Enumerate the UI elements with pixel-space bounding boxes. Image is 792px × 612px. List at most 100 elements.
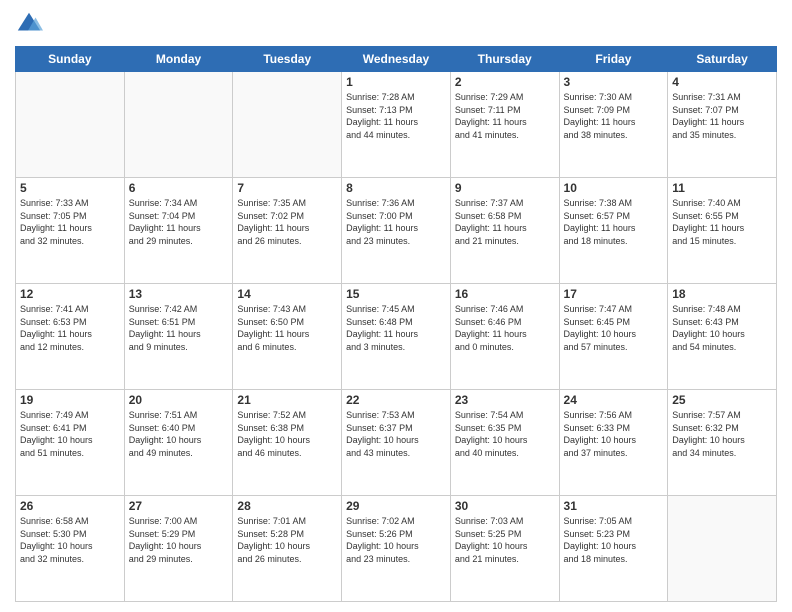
day-number: 1 xyxy=(346,75,446,89)
day-info: Sunrise: 7:45 AM Sunset: 6:48 PM Dayligh… xyxy=(346,303,446,353)
weekday-header-thursday: Thursday xyxy=(450,47,559,72)
calendar-cell: 28 Sunrise: 7:01 AM Sunset: 5:28 PM Dayli… xyxy=(233,496,342,602)
day-info: Sunrise: 7:57 AM Sunset: 6:32 PM Dayligh… xyxy=(672,409,772,459)
day-number: 19 xyxy=(20,393,120,407)
calendar: SundayMondayTuesdayWednesdayThursdayFrid… xyxy=(15,46,777,602)
calendar-week-4: 19 Sunrise: 7:49 AM Sunset: 6:41 PM Dayli… xyxy=(16,390,777,496)
day-number: 27 xyxy=(129,499,229,513)
day-info: Sunrise: 7:43 AM Sunset: 6:50 PM Dayligh… xyxy=(237,303,337,353)
calendar-week-1: 1Sunrise: 7:28 AM Sunset: 7:13 PM Daylig… xyxy=(16,72,777,178)
day-info: Sunrise: 7:03 AM Sunset: 5:25 PM Dayligh… xyxy=(455,515,555,565)
calendar-cell: 19 Sunrise: 7:49 AM Sunset: 6:41 PM Dayli… xyxy=(16,390,125,496)
calendar-cell: 21 Sunrise: 7:52 AM Sunset: 6:38 PM Dayli… xyxy=(233,390,342,496)
day-number: 7 xyxy=(237,181,337,195)
day-info: Sunrise: 7:47 AM Sunset: 6:45 PM Dayligh… xyxy=(564,303,664,353)
calendar-cell: 24 Sunrise: 7:56 AM Sunset: 6:33 PM Dayli… xyxy=(559,390,668,496)
logo xyxy=(15,10,47,38)
calendar-cell: 3 Sunrise: 7:30 AM Sunset: 7:09 PM Daylig… xyxy=(559,72,668,178)
calendar-cell: 12 Sunrise: 7:41 AM Sunset: 6:53 PM Dayli… xyxy=(16,284,125,390)
calendar-cell: 18 Sunrise: 7:48 AM Sunset: 6:43 PM Dayli… xyxy=(668,284,777,390)
day-number: 16 xyxy=(455,287,555,301)
calendar-cell: 10Sunrise: 7:38 AM Sunset: 6:57 PM Dayli… xyxy=(559,178,668,284)
calendar-cell: 31 Sunrise: 7:05 AM Sunset: 5:23 PM Dayli… xyxy=(559,496,668,602)
day-info: Sunrise: 7:05 AM Sunset: 5:23 PM Dayligh… xyxy=(564,515,664,565)
calendar-week-3: 12 Sunrise: 7:41 AM Sunset: 6:53 PM Dayli… xyxy=(16,284,777,390)
calendar-cell: 2 Sunrise: 7:29 AM Sunset: 7:11 PM Daylig… xyxy=(450,72,559,178)
day-info: Sunrise: 7:48 AM Sunset: 6:43 PM Dayligh… xyxy=(672,303,772,353)
calendar-cell: 30Sunrise: 7:03 AM Sunset: 5:25 PM Dayli… xyxy=(450,496,559,602)
calendar-cell: 5 Sunrise: 7:33 AM Sunset: 7:05 PM Daylig… xyxy=(16,178,125,284)
day-info: Sunrise: 7:36 AM Sunset: 7:00 PM Dayligh… xyxy=(346,197,446,247)
calendar-cell: 15 Sunrise: 7:45 AM Sunset: 6:48 PM Dayli… xyxy=(342,284,451,390)
day-info: Sunrise: 7:51 AM Sunset: 6:40 PM Dayligh… xyxy=(129,409,229,459)
day-number: 6 xyxy=(129,181,229,195)
calendar-cell: 8Sunrise: 7:36 AM Sunset: 7:00 PM Daylig… xyxy=(342,178,451,284)
day-number: 14 xyxy=(237,287,337,301)
day-info: Sunrise: 7:34 AM Sunset: 7:04 PM Dayligh… xyxy=(129,197,229,247)
calendar-cell: 13 Sunrise: 7:42 AM Sunset: 6:51 PM Dayli… xyxy=(124,284,233,390)
calendar-cell xyxy=(233,72,342,178)
weekday-header-sunday: Sunday xyxy=(16,47,125,72)
day-number: 31 xyxy=(564,499,664,513)
day-info: Sunrise: 7:46 AM Sunset: 6:46 PM Dayligh… xyxy=(455,303,555,353)
weekday-header-monday: Monday xyxy=(124,47,233,72)
day-info: Sunrise: 7:30 AM Sunset: 7:09 PM Dayligh… xyxy=(564,91,664,141)
page: SundayMondayTuesdayWednesdayThursdayFrid… xyxy=(0,0,792,612)
weekday-header-tuesday: Tuesday xyxy=(233,47,342,72)
day-info: Sunrise: 7:42 AM Sunset: 6:51 PM Dayligh… xyxy=(129,303,229,353)
calendar-week-5: 26Sunrise: 6:58 AM Sunset: 5:30 PM Dayli… xyxy=(16,496,777,602)
day-info: Sunrise: 7:35 AM Sunset: 7:02 PM Dayligh… xyxy=(237,197,337,247)
calendar-cell: 9Sunrise: 7:37 AM Sunset: 6:58 PM Daylig… xyxy=(450,178,559,284)
day-info: Sunrise: 7:02 AM Sunset: 5:26 PM Dayligh… xyxy=(346,515,446,565)
day-info: Sunrise: 7:53 AM Sunset: 6:37 PM Dayligh… xyxy=(346,409,446,459)
calendar-cell: 23 Sunrise: 7:54 AM Sunset: 6:35 PM Dayli… xyxy=(450,390,559,496)
day-number: 25 xyxy=(672,393,772,407)
day-number: 22 xyxy=(346,393,446,407)
day-info: Sunrise: 7:54 AM Sunset: 6:35 PM Dayligh… xyxy=(455,409,555,459)
day-info: Sunrise: 7:41 AM Sunset: 6:53 PM Dayligh… xyxy=(20,303,120,353)
day-number: 3 xyxy=(564,75,664,89)
calendar-week-2: 5 Sunrise: 7:33 AM Sunset: 7:05 PM Daylig… xyxy=(16,178,777,284)
day-info: Sunrise: 7:33 AM Sunset: 7:05 PM Dayligh… xyxy=(20,197,120,247)
day-number: 9 xyxy=(455,181,555,195)
day-number: 15 xyxy=(346,287,446,301)
logo-icon xyxy=(15,10,43,38)
calendar-cell: 29Sunrise: 7:02 AM Sunset: 5:26 PM Dayli… xyxy=(342,496,451,602)
day-number: 12 xyxy=(20,287,120,301)
day-number: 11 xyxy=(672,181,772,195)
calendar-cell: 1Sunrise: 7:28 AM Sunset: 7:13 PM Daylig… xyxy=(342,72,451,178)
calendar-cell xyxy=(124,72,233,178)
day-info: Sunrise: 6:58 AM Sunset: 5:30 PM Dayligh… xyxy=(20,515,120,565)
day-number: 2 xyxy=(455,75,555,89)
calendar-cell: 14 Sunrise: 7:43 AM Sunset: 6:50 PM Dayli… xyxy=(233,284,342,390)
day-number: 17 xyxy=(564,287,664,301)
day-number: 24 xyxy=(564,393,664,407)
calendar-cell: 7 Sunrise: 7:35 AM Sunset: 7:02 PM Daylig… xyxy=(233,178,342,284)
day-info: Sunrise: 7:56 AM Sunset: 6:33 PM Dayligh… xyxy=(564,409,664,459)
calendar-cell: 25 Sunrise: 7:57 AM Sunset: 6:32 PM Dayli… xyxy=(668,390,777,496)
day-info: Sunrise: 7:40 AM Sunset: 6:55 PM Dayligh… xyxy=(672,197,772,247)
header xyxy=(15,10,777,38)
day-number: 21 xyxy=(237,393,337,407)
calendar-cell: 4 Sunrise: 7:31 AM Sunset: 7:07 PM Daylig… xyxy=(668,72,777,178)
day-number: 18 xyxy=(672,287,772,301)
day-info: Sunrise: 7:49 AM Sunset: 6:41 PM Dayligh… xyxy=(20,409,120,459)
day-number: 10 xyxy=(564,181,664,195)
day-number: 13 xyxy=(129,287,229,301)
day-info: Sunrise: 7:52 AM Sunset: 6:38 PM Dayligh… xyxy=(237,409,337,459)
day-number: 23 xyxy=(455,393,555,407)
day-number: 28 xyxy=(237,499,337,513)
calendar-cell: 26Sunrise: 6:58 AM Sunset: 5:30 PM Dayli… xyxy=(16,496,125,602)
day-number: 5 xyxy=(20,181,120,195)
calendar-cell: 6 Sunrise: 7:34 AM Sunset: 7:04 PM Daylig… xyxy=(124,178,233,284)
day-info: Sunrise: 7:31 AM Sunset: 7:07 PM Dayligh… xyxy=(672,91,772,141)
day-info: Sunrise: 7:00 AM Sunset: 5:29 PM Dayligh… xyxy=(129,515,229,565)
day-info: Sunrise: 7:01 AM Sunset: 5:28 PM Dayligh… xyxy=(237,515,337,565)
day-info: Sunrise: 7:29 AM Sunset: 7:11 PM Dayligh… xyxy=(455,91,555,141)
calendar-cell: 27 Sunrise: 7:00 AM Sunset: 5:29 PM Dayli… xyxy=(124,496,233,602)
calendar-cell: 20 Sunrise: 7:51 AM Sunset: 6:40 PM Dayli… xyxy=(124,390,233,496)
calendar-cell: 22 Sunrise: 7:53 AM Sunset: 6:37 PM Dayli… xyxy=(342,390,451,496)
day-number: 20 xyxy=(129,393,229,407)
day-number: 4 xyxy=(672,75,772,89)
weekday-header-row: SundayMondayTuesdayWednesdayThursdayFrid… xyxy=(16,47,777,72)
